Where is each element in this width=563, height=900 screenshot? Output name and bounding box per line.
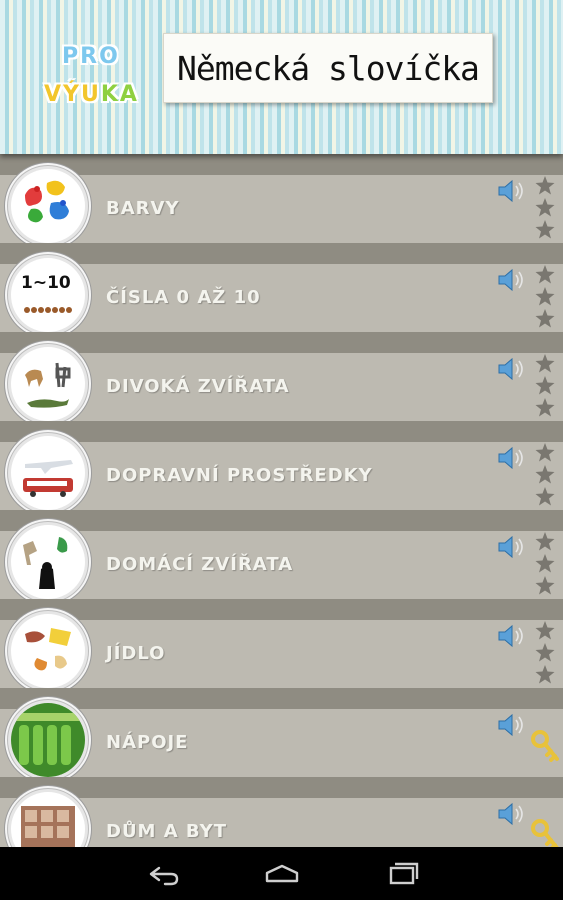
- system-navbar: [0, 847, 563, 900]
- thumb-number-range: 1~10: [21, 273, 71, 293]
- stars-icon: [535, 532, 555, 598]
- category-label: DŮM A BYT: [106, 821, 227, 842]
- key-icon: [530, 729, 560, 765]
- speaker-icon[interactable]: [496, 801, 528, 827]
- vehicles-image: [11, 436, 85, 510]
- stars-icon: [535, 443, 555, 509]
- pets-image: [11, 525, 85, 599]
- category-row[interactable]: 1~10 ČÍSLA 0 AŽ 10: [0, 243, 563, 332]
- category-row[interactable]: DIVOKÁ ZVÍŘATA: [0, 332, 563, 421]
- category-thumbnail[interactable]: [11, 614, 85, 688]
- colors-paint-splash-image: [11, 169, 85, 243]
- category-label: NÁPOJE: [106, 732, 189, 753]
- category-row[interactable]: BARVY: [0, 154, 563, 243]
- app-header: PRO VÝUKA Německá slovíčka: [0, 0, 563, 154]
- category-label: BARVY: [106, 198, 180, 219]
- speaker-icon[interactable]: [496, 534, 528, 560]
- category-row[interactable]: DOMÁCÍ ZVÍŘATA: [0, 510, 563, 599]
- category-label: JÍDLO: [106, 643, 166, 664]
- speaker-icon[interactable]: [496, 178, 528, 204]
- category-thumbnail[interactable]: [11, 525, 85, 599]
- category-thumbnail[interactable]: [11, 703, 85, 777]
- wild-animals-image: [11, 347, 85, 421]
- recent-apps-icon[interactable]: [382, 859, 422, 889]
- category-thumbnail[interactable]: [11, 347, 85, 421]
- logo-line2: VÝUKA: [44, 82, 139, 107]
- category-label: DIVOKÁ ZVÍŘATA: [106, 376, 290, 397]
- category-label: ČÍSLA 0 AŽ 10: [106, 287, 261, 308]
- stars-icon: [535, 176, 555, 242]
- speaker-icon[interactable]: [496, 712, 528, 738]
- logo-line1: PRO: [62, 44, 120, 69]
- numbers-image: 1~10: [11, 258, 85, 332]
- speaker-icon[interactable]: [496, 445, 528, 471]
- category-row[interactable]: DOPRAVNÍ PROSTŘEDKY: [0, 421, 563, 510]
- category-label: DOMÁCÍ ZVÍŘATA: [106, 554, 294, 575]
- category-row[interactable]: JÍDLO: [0, 599, 563, 688]
- app-logo: PRO VÝUKA: [40, 44, 150, 118]
- speaker-icon[interactable]: [496, 356, 528, 382]
- category-row[interactable]: NÁPOJE: [0, 688, 563, 777]
- stars-icon: [535, 621, 555, 687]
- category-thumbnail[interactable]: [11, 169, 85, 243]
- stars-icon: [535, 265, 555, 331]
- stars-icon: [535, 354, 555, 420]
- page-title: Německá slovíčka: [177, 48, 480, 88]
- category-thumbnail[interactable]: [11, 436, 85, 510]
- speaker-icon[interactable]: [496, 267, 528, 293]
- drinks-image: [11, 703, 85, 777]
- category-thumbnail[interactable]: 1~10: [11, 258, 85, 332]
- food-image: [11, 614, 85, 688]
- speaker-icon[interactable]: [496, 623, 528, 649]
- home-icon[interactable]: [262, 859, 302, 889]
- category-label: DOPRAVNÍ PROSTŘEDKY: [106, 465, 373, 486]
- back-icon[interactable]: [143, 859, 183, 889]
- title-card: Německá slovíčka: [163, 33, 493, 103]
